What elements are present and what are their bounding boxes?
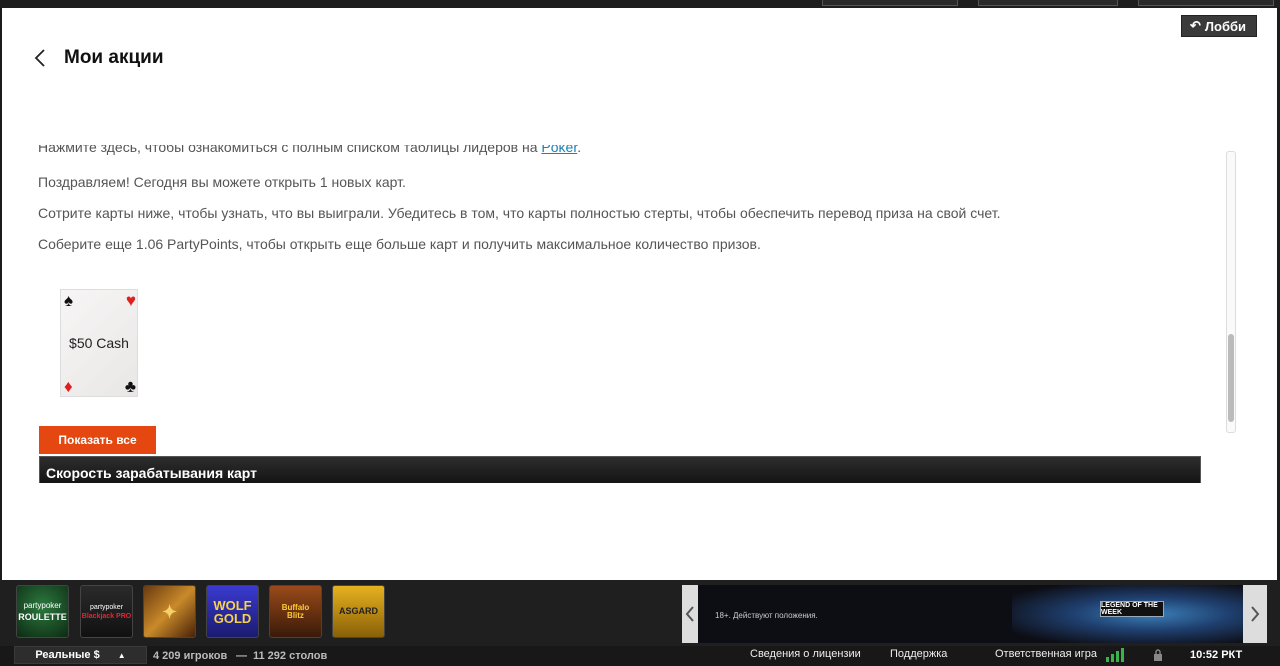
signal-strength-icon [1106, 648, 1124, 662]
legend-of-the-week-badge: LEGEND OF THE WEEK [1100, 601, 1164, 617]
scrollbar-thumb[interactable] [1228, 334, 1234, 422]
support-link[interactable]: Поддержка [890, 648, 947, 660]
responsible-gaming-link[interactable]: Ответственная игра [995, 648, 1097, 660]
clock: 10:52 РКТ [1190, 649, 1243, 661]
scratch-card[interactable]: ♠ ♥ $50 Cash ♦ ♣ [60, 289, 138, 397]
banner-disclaimer: 18+. Действуют положения. [715, 611, 818, 620]
spade-icon: ♠ [64, 291, 74, 310]
top-field-2[interactable] [978, 0, 1118, 6]
game-tile-roulette[interactable]: partypoker ROULETTE [16, 585, 69, 638]
banner-prev-button[interactable] [682, 585, 698, 643]
chevron-right-icon [1251, 606, 1260, 622]
instructions-text: Сотрите карты ниже, чтобы узнать, что вы… [38, 205, 1001, 221]
promo-banner[interactable]: 18+. Действуют положения. LEGEND OF THE … [682, 585, 1267, 643]
game-tile-wolf-gold-line1: WOLF [213, 597, 252, 613]
chevron-left-icon [685, 606, 694, 622]
leaderboard-text: Нажмите здесь, чтобы ознакомиться с полн… [38, 145, 542, 155]
poker-link[interactable]: Poker [541, 145, 577, 155]
game-tile-blackjack[interactable]: partypoker Blackjack PRO [80, 585, 133, 638]
congrats-text: Поздравляем! Сегодня вы можете открыть 1… [38, 174, 406, 190]
top-field-1[interactable] [822, 0, 958, 6]
money-mode-select[interactable]: Реальные $ ▲ [14, 646, 147, 664]
promo-content: Нажмите здесь, чтобы ознакомиться с полн… [38, 145, 1228, 483]
club-icon: ♣ [124, 377, 136, 396]
top-bar [0, 0, 1280, 8]
card-earning-rate-section[interactable]: Скорость зарабатывания карт [39, 456, 1201, 483]
lobby-button[interactable]: ↶ Лобби [1180, 15, 1257, 37]
game-tile-buffalo-blitz[interactable]: Buffalo Blitz [269, 585, 322, 638]
heart-icon: ♥ [125, 291, 136, 310]
game-tile-wolf-gold[interactable]: WOLF GOLD [206, 585, 259, 638]
back-arrow-icon: ↶ [1189, 18, 1201, 33]
card-prize: $50 Cash [69, 335, 129, 351]
game-tile-blackjack-title: Blackjack PRO [81, 612, 132, 620]
leaderboard-paragraph: Нажмите здесь, чтобы ознакомиться с полн… [38, 145, 581, 155]
game-tile-roulette-title: ROULETTE [18, 611, 67, 622]
game-tile-roulette-brand: partypoker [23, 600, 62, 610]
game-tile-wolf-gold-line2: GOLD [213, 610, 252, 626]
main-panel: ↶ Лобби Мои акции Нажмите здесь, чтобы о… [2, 8, 1277, 580]
page-header: Мои акции [30, 46, 164, 70]
stats-separator: — [236, 650, 247, 662]
show-all-button[interactable]: Показать все [39, 426, 156, 454]
page-title: Мои акции [64, 47, 164, 68]
game-tile-blackjack-brand: partypoker [89, 603, 124, 611]
leaderboard-suffix: . [577, 145, 582, 155]
table-count: 11 292 столов [253, 650, 328, 662]
lobby-button-label: Лобби [1204, 18, 1246, 34]
diamond-icon: ♦ [64, 377, 73, 396]
game-tile-asgard[interactable]: ASGARD [332, 585, 385, 638]
section-title: Скорость зарабатывания карт [46, 465, 258, 481]
collect-more-text: Соберите еще 1.06 PartyPoints, чтобы отк… [38, 236, 761, 252]
caret-up-icon: ▲ [117, 650, 126, 660]
money-mode-label: Реальные $ [35, 649, 100, 661]
player-count: 4 209 игроков [153, 650, 228, 662]
game-tile-slot[interactable]: ✦ [143, 585, 196, 638]
game-tile-asgard-title: ASGARD [338, 606, 378, 616]
top-field-3[interactable] [1138, 0, 1274, 6]
content-scrollbar[interactable] [1226, 151, 1236, 433]
license-link[interactable]: Сведения о лицензии [750, 648, 861, 660]
banner-next-button[interactable] [1243, 585, 1267, 643]
lock-icon [1154, 649, 1162, 661]
slot-icon: ✦ [161, 601, 178, 622]
game-tile-buffalo-line2: Blitz [287, 610, 304, 620]
chevron-left-icon[interactable] [30, 46, 50, 70]
status-bar: Реальные $ ▲ 4 209 игроков — 11 292 стол… [0, 646, 1280, 666]
